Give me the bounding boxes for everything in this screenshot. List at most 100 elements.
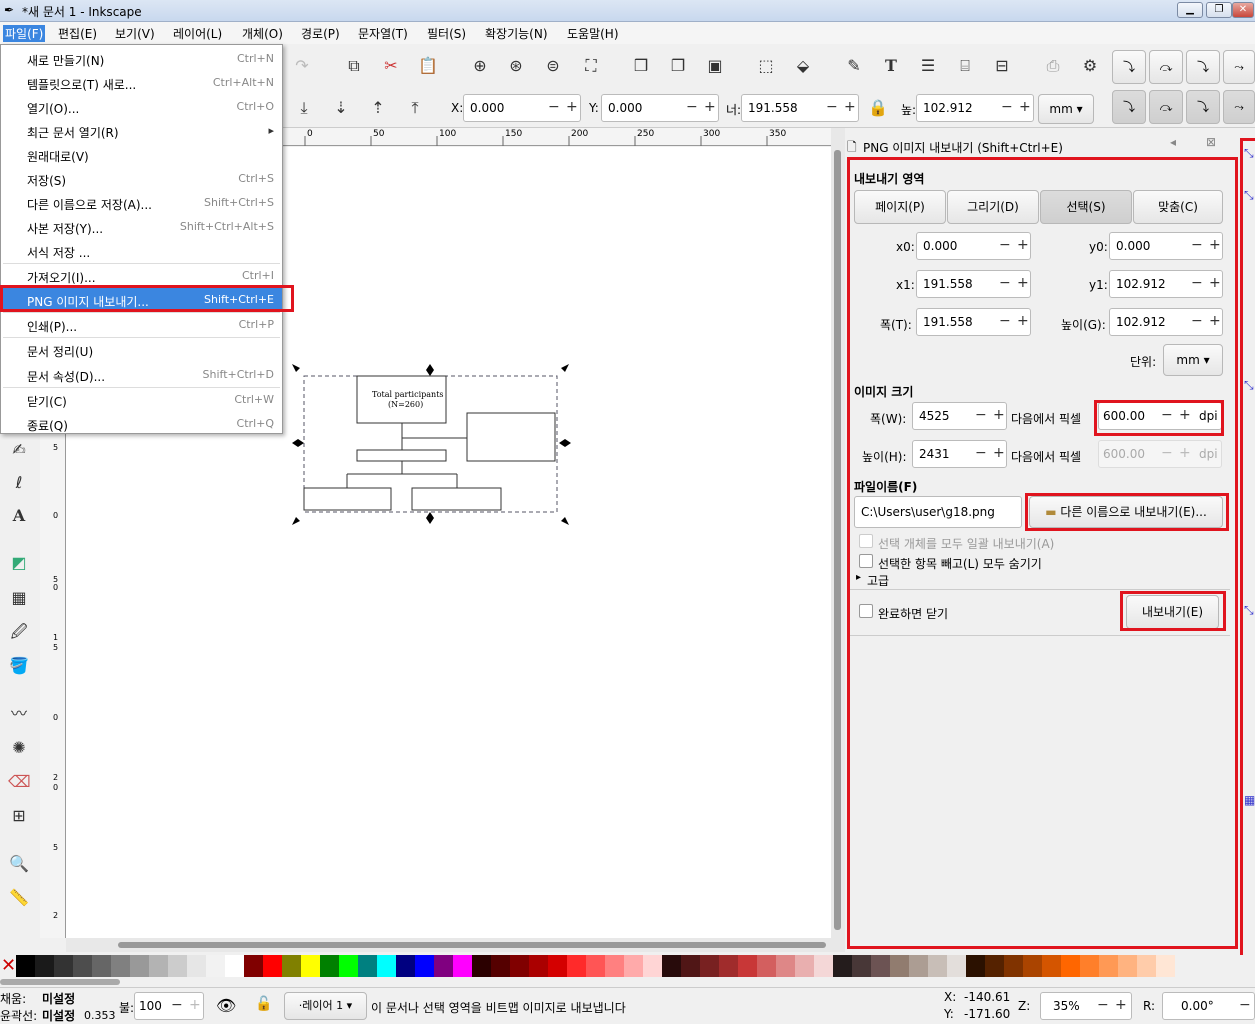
fill-stroke-icon[interactable]: ✎	[843, 55, 865, 77]
layer-lock-icon[interactable]: 🔓	[255, 996, 272, 1012]
menu-edit[interactable]: 편집(E)	[58, 25, 97, 42]
zoom-field[interactable]: 35% − +	[1040, 992, 1132, 1020]
eraser-icon[interactable]: ⌫	[8, 771, 31, 793]
align-distribute-icon[interactable]: ⊟	[991, 55, 1013, 77]
color-swatch[interactable]	[738, 955, 757, 977]
gradient-tool-icon[interactable]: ◩	[8, 552, 30, 574]
unlink-clone-icon[interactable]: ❐	[667, 55, 689, 77]
menu-item-save-copy[interactable]: 사본 저장(Y)... Shift+Ctrl+Alt+S	[1, 215, 282, 239]
snap-bbox-icon[interactable]: ⤡	[1244, 188, 1254, 203]
spray-tool-icon[interactable]: ✺	[8, 737, 30, 759]
opacity-field[interactable]: 100− +	[134, 992, 204, 1020]
color-swatch[interactable]	[282, 955, 301, 977]
vertical-scrollbar[interactable]	[831, 128, 845, 938]
color-swatch[interactable]	[377, 955, 396, 977]
panel-iconify-icon[interactable]: ◂	[1170, 135, 1176, 149]
color-swatch[interactable]	[586, 955, 605, 977]
redo-icon[interactable]: ↷	[291, 55, 313, 77]
xml-editor-icon[interactable]: ⌸	[954, 55, 976, 77]
color-swatch[interactable]	[814, 955, 833, 977]
color-swatch[interactable]	[35, 955, 54, 977]
menu-item-save[interactable]: 저장(S) Ctrl+S	[1, 167, 282, 191]
color-swatch[interactable]	[301, 955, 320, 977]
menu-object[interactable]: 개체(O)	[242, 25, 283, 42]
menu-item-new-from-template[interactable]: 템플릿으로(T) 새로... Ctrl+Alt+N	[1, 71, 282, 95]
selected-diagram[interactable]	[288, 362, 573, 527]
transform-patterns-button[interactable]: ⤳	[1223, 90, 1255, 124]
horizontal-scroll-thumb[interactable]	[118, 942, 826, 948]
color-swatch[interactable]	[1137, 955, 1156, 977]
menu-item-print[interactable]: 인쇄(P)... Ctrl+P	[1, 313, 282, 337]
color-swatch[interactable]	[244, 955, 263, 977]
menu-item-save-as[interactable]: 다른 이름으로 저장(A)... Shift+Ctrl+S	[1, 191, 282, 215]
menu-view[interactable]: 보기(V)	[115, 25, 155, 42]
menu-file[interactable]: 파일(F)	[3, 25, 46, 42]
zoom-selection-icon[interactable]: ⊕	[469, 55, 491, 77]
menu-item-open-recent[interactable]: 최근 문서 열기(R) ▸	[1, 119, 282, 143]
mesh-tool-icon[interactable]: ▦	[8, 587, 30, 609]
color-swatch[interactable]	[719, 955, 738, 977]
canvas-left[interactable]	[66, 433, 283, 938]
no-paint-icon[interactable]: ✕	[1, 955, 16, 977]
color-swatch[interactable]	[757, 955, 776, 977]
paste-icon[interactable]: 📋	[417, 55, 439, 77]
transform-gradients-button[interactable]: ⤵	[1186, 90, 1220, 124]
layers-icon[interactable]: ☰	[917, 55, 939, 77]
color-swatch[interactable]	[548, 955, 567, 977]
color-swatch[interactable]	[320, 955, 339, 977]
close-window-button[interactable]: ✕	[1232, 2, 1254, 18]
color-swatch[interactable]	[928, 955, 947, 977]
zoom-tool-icon[interactable]: 🔍	[8, 853, 30, 875]
color-swatch[interactable]	[1004, 955, 1023, 977]
color-swatch[interactable]	[605, 955, 624, 977]
color-swatch[interactable]	[434, 955, 453, 977]
y-field[interactable]: 0.000− +	[601, 94, 719, 122]
color-swatch[interactable]	[453, 955, 472, 977]
color-swatch[interactable]	[111, 955, 130, 977]
calligraphy-pen-icon[interactable]: ✍	[8, 439, 30, 461]
snap-toggle-1-button[interactable]: ⤵	[1112, 50, 1146, 84]
menu-item-revert[interactable]: 원래대로(V)	[1, 143, 282, 167]
rotation-field[interactable]: 0.00° −	[1162, 992, 1255, 1020]
x-field[interactable]: 0.000− +	[463, 94, 581, 122]
document-properties-icon[interactable]: ⎙	[1042, 55, 1064, 77]
color-swatch[interactable]	[852, 955, 871, 977]
color-swatch[interactable]	[871, 955, 890, 977]
lock-icon[interactable]: 🔒	[867, 97, 889, 119]
palette-scrollbar[interactable]	[0, 979, 120, 985]
color-swatch[interactable]	[681, 955, 700, 977]
lower-icon[interactable]: ⇣	[330, 97, 352, 119]
color-swatch[interactable]	[168, 955, 187, 977]
lower-to-bottom-icon[interactable]: ⤓	[293, 97, 315, 119]
panel-close-icon[interactable]: ⊠	[1206, 135, 1216, 149]
color-swatch[interactable]	[890, 955, 909, 977]
color-swatch[interactable]	[567, 955, 586, 977]
canvas[interactable]	[283, 147, 831, 938]
ungroup-icon[interactable]: ⬙	[792, 55, 814, 77]
color-swatch[interactable]	[624, 955, 643, 977]
transform-corners-button[interactable]: ⤼	[1149, 90, 1183, 124]
color-swatch[interactable]	[833, 955, 852, 977]
color-swatch[interactable]	[1042, 955, 1061, 977]
menu-path[interactable]: 경로(P)	[301, 25, 340, 42]
clone-icon[interactable]: ❒	[630, 55, 652, 77]
height-field[interactable]: 102.912− +	[916, 94, 1034, 122]
snap-nodes-icon[interactable]: ⤡	[1244, 378, 1254, 393]
group-icon[interactable]: ⬚	[755, 55, 777, 77]
menu-filters[interactable]: 필터(S)	[427, 25, 466, 42]
color-swatch[interactable]	[947, 955, 966, 977]
unit-select[interactable]: mm ▾	[1038, 94, 1094, 124]
snap-toggle-3-button[interactable]: ⤵	[1186, 50, 1220, 84]
layer-select[interactable]: ·레이어 1 ▾	[284, 992, 367, 1020]
color-swatch[interactable]	[662, 955, 681, 977]
vertical-scroll-thumb[interactable]	[834, 150, 841, 930]
connector-tool-icon[interactable]: ⊞	[8, 805, 30, 827]
text-tool-icon[interactable]: A	[8, 505, 30, 527]
menu-item-open[interactable]: 열기(O)... Ctrl+O	[1, 95, 282, 119]
color-swatch[interactable]	[16, 955, 35, 977]
color-swatch[interactable]	[795, 955, 814, 977]
menu-text[interactable]: 문자열(T)	[358, 25, 408, 42]
snap-toggle-2-button[interactable]: ⤼	[1149, 50, 1183, 84]
color-swatch[interactable]	[358, 955, 377, 977]
color-swatch[interactable]	[339, 955, 358, 977]
